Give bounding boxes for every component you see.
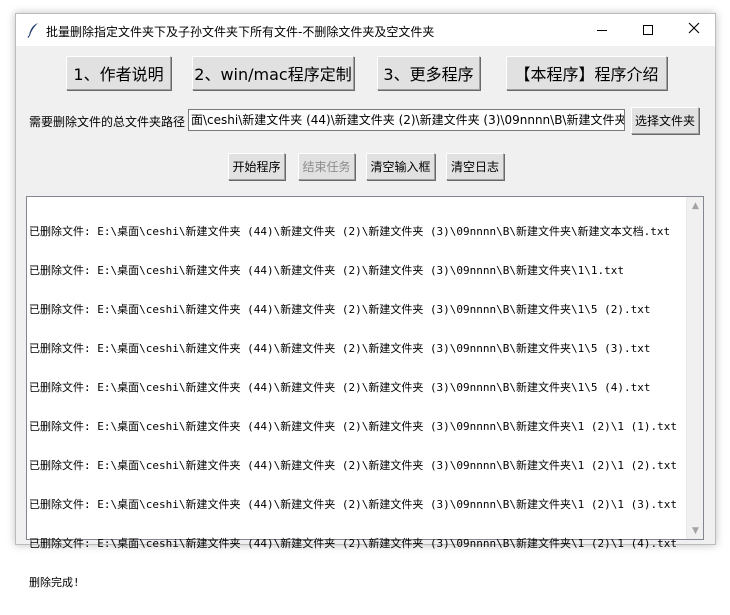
folder-path-input[interactable]: 面\ceshi\新建文件夹 (44)\新建文件夹 (2)\新建文件夹 (3)\0… [188,109,625,131]
window-title: 批量删除指定文件夹下及子孙文件夹下所有文件-不删除文件夹及空文件夹 [46,25,435,39]
log-line: 已删除文件: E:\桌面\ceshi\新建文件夹 (44)\新建文件夹 (2)\… [29,459,677,472]
log-textbox[interactable]: 已删除文件: E:\桌面\ceshi\新建文件夹 (44)\新建文件夹 (2)\… [26,196,704,589]
start-program-button[interactable]: 开始程序 [228,153,285,180]
maximize-button[interactable] [625,14,671,46]
minimize-button[interactable] [579,14,625,46]
program-intro-button[interactable]: 【本程序】程序介绍 [506,56,667,90]
log-line: 已删除文件: E:\桌面\ceshi\新建文件夹 (44)\新建文件夹 (2)\… [29,537,677,550]
more-programs-button[interactable]: 3、更多程序 [377,56,480,90]
select-folder-button[interactable]: 选择文件夹 [631,107,699,134]
folder-path-label: 需要删除文件的总文件夹路径 [29,115,186,129]
author-info-button[interactable]: 1、作者说明 [66,56,171,90]
log-line: 已删除文件: E:\桌面\ceshi\新建文件夹 (44)\新建文件夹 (2)\… [29,342,651,355]
log-line: 已删除文件: E:\桌面\ceshi\新建文件夹 (44)\新建文件夹 (2)\… [29,381,651,394]
log-line: 删除完成! [29,576,80,589]
feather-icon [26,22,40,38]
log-line: 已删除文件: E:\桌面\ceshi\新建文件夹 (44)\新建文件夹 (2)\… [29,303,651,316]
close-icon [688,22,700,38]
vertical-scrollbar[interactable]: ▲ ▼ [686,197,703,539]
log-line: 已删除文件: E:\桌面\ceshi\新建文件夹 (44)\新建文件夹 (2)\… [29,420,677,433]
top-button-row: 1、作者说明 2、win/mac程序定制 3、更多程序 【本程序】程序介绍 [16,56,715,92]
log-line: 已删除文件: E:\桌面\ceshi\新建文件夹 (44)\新建文件夹 (2)\… [29,264,625,277]
log-line: 已删除文件: E:\桌面\ceshi\新建文件夹 (44)\新建文件夹 (2)\… [29,498,677,511]
app-window: 批量删除指定文件夹下及子孙文件夹下所有文件-不删除文件夹及空文件夹 1、作者说明… [15,13,716,589]
scroll-up-arrow-icon[interactable]: ▲ [687,197,704,214]
clear-log-button[interactable]: 清空日志 [446,153,504,180]
stop-task-button[interactable]: 结束任务 [298,153,355,180]
clear-input-button[interactable]: 清空输入框 [366,153,435,180]
log-line: 已删除文件: E:\桌面\ceshi\新建文件夹 (44)\新建文件夹 (2)\… [29,225,671,238]
title-bar[interactable]: 批量删除指定文件夹下及子孙文件夹下所有文件-不删除文件夹及空文件夹 [16,14,715,46]
custom-program-button[interactable]: 2、win/mac程序定制 [192,56,354,90]
minimize-icon [597,29,607,31]
maximize-icon [643,25,653,35]
log-text: 已删除文件: E:\桌面\ceshi\新建文件夹 (44)\新建文件夹 (2)\… [29,199,681,615]
close-button[interactable] [671,14,717,46]
scroll-down-arrow-icon[interactable]: ▼ [687,522,704,539]
